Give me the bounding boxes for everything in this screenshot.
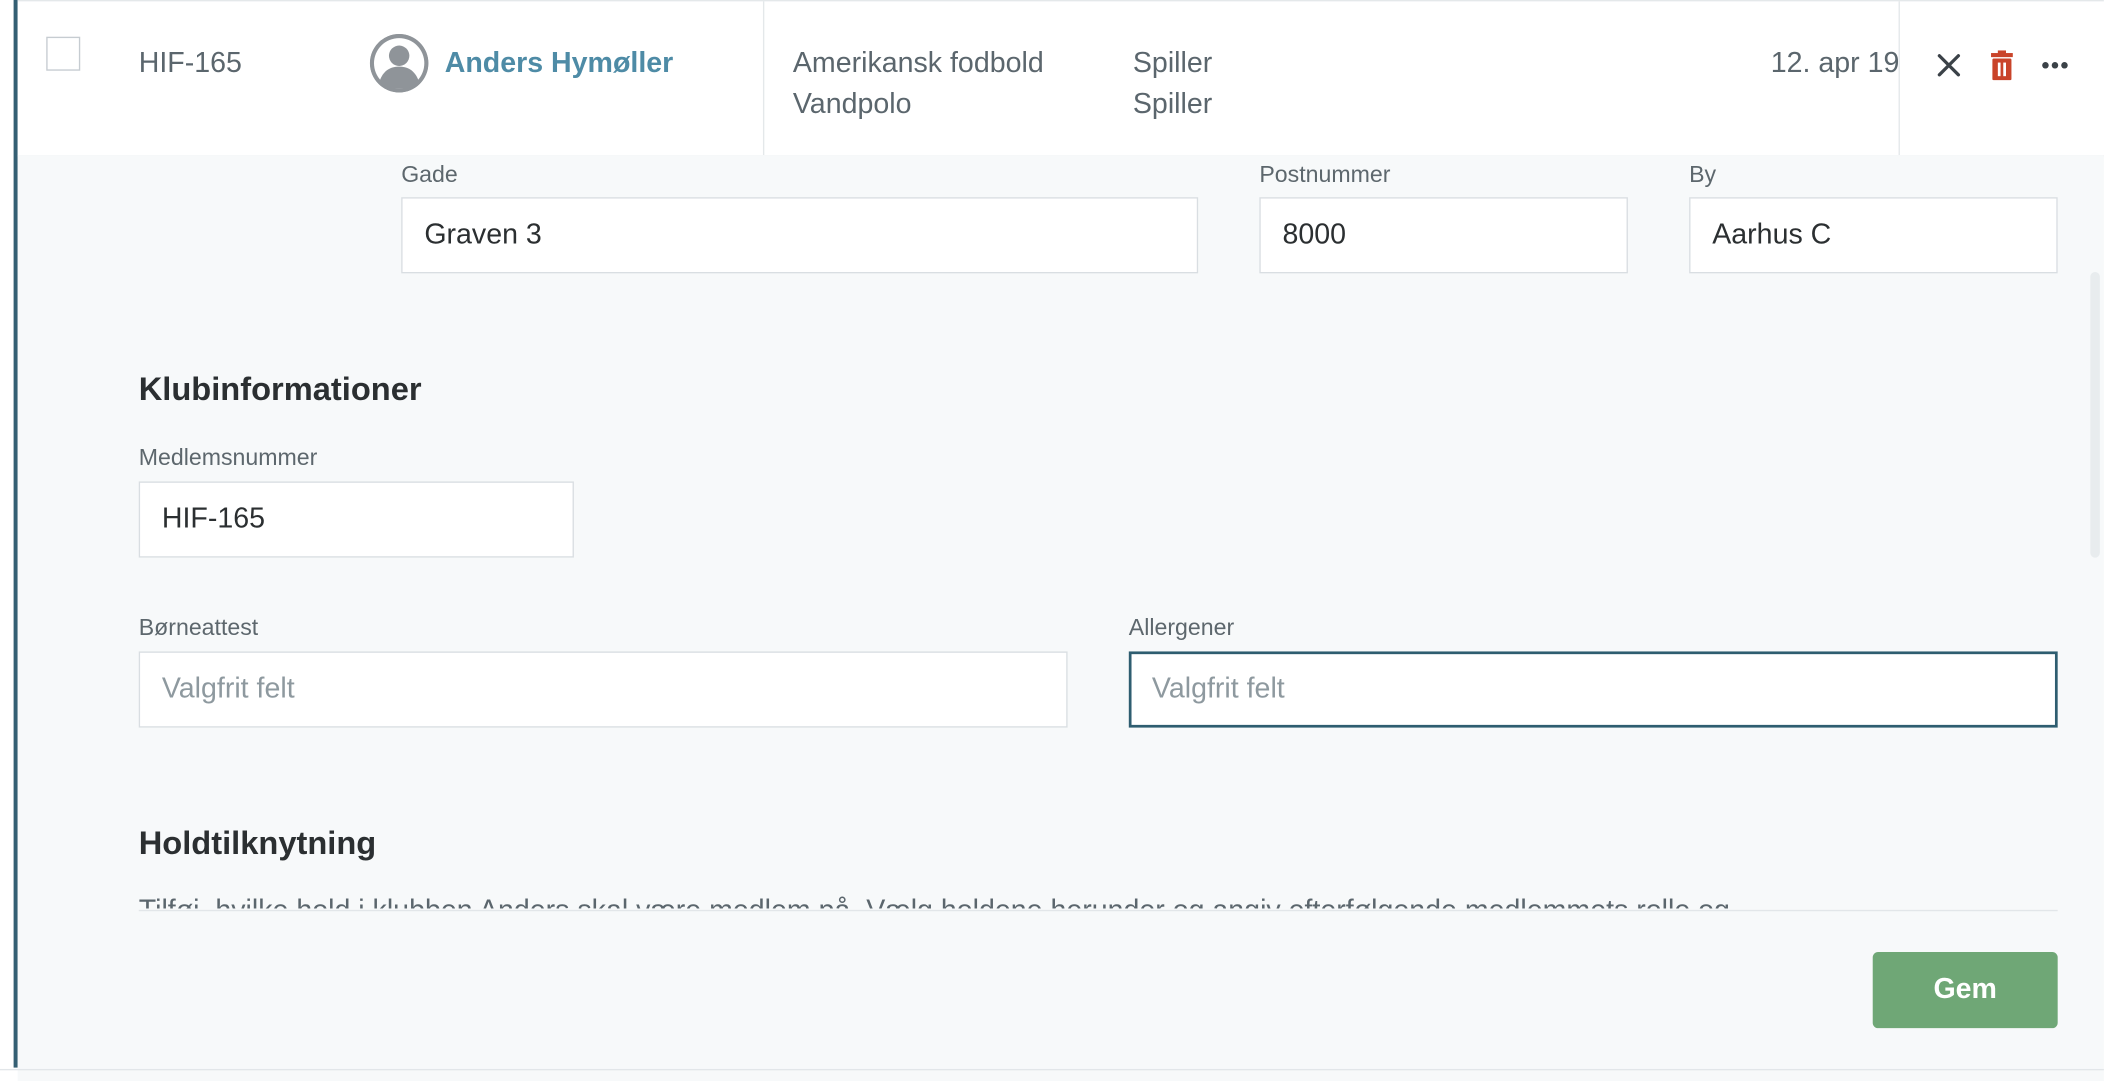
more-horizontal-icon[interactable] bbox=[2036, 48, 2074, 83]
row-checkbox[interactable] bbox=[46, 36, 81, 71]
member-number-label: Medlemsnummer bbox=[138, 444, 318, 471]
sports-list: Amerikansk fodbold Vandpolo bbox=[793, 44, 1044, 126]
postal-code-input[interactable]: 8000 bbox=[1259, 197, 1628, 274]
child-cert-label: Børneattest bbox=[138, 614, 259, 641]
postal-code-label: Postnummer bbox=[1259, 161, 1391, 188]
child-cert-input[interactable]: Valgfrit felt bbox=[138, 651, 1068, 728]
roles-list: Spiller Spiller bbox=[1133, 44, 1212, 126]
close-icon[interactable] bbox=[1931, 48, 1966, 83]
sport-item: Amerikansk fodbold bbox=[792, 47, 1044, 79]
form-divider bbox=[138, 909, 2058, 912]
club-info-title: Klubinformationer bbox=[138, 371, 422, 408]
registration-date: 12. apr 19 bbox=[1770, 47, 1900, 79]
column-divider bbox=[762, 1, 765, 156]
sport-item: Vandpolo bbox=[792, 88, 912, 120]
street-input[interactable]: Graven 3 bbox=[401, 197, 1199, 274]
column-divider bbox=[1898, 1, 1900, 156]
bottom-divider bbox=[0, 1068, 2104, 1071]
member-detail-panel: HIF-165 Anders Hymøller Amerikansk fodbo… bbox=[0, 0, 2104, 1081]
role-item: Spiller bbox=[1132, 88, 1213, 120]
member-name-link[interactable]: Anders Hymøller bbox=[445, 44, 674, 85]
allergies-label: Allergener bbox=[1128, 614, 1235, 641]
save-button[interactable]: Gem bbox=[1872, 952, 2058, 1029]
role-item: Spiller bbox=[1132, 47, 1213, 79]
city-input[interactable]: Aarhus C bbox=[1689, 197, 2058, 274]
street-label: Gade bbox=[401, 161, 458, 188]
member-id: HIF-165 bbox=[138, 47, 242, 79]
scrollbar-thumb[interactable] bbox=[2090, 272, 2100, 558]
member-number-input[interactable]: HIF-165 bbox=[138, 481, 574, 558]
allergies-input[interactable]: Valgfrit felt bbox=[1128, 651, 2058, 728]
city-label: By bbox=[1689, 161, 1717, 188]
user-avatar-icon bbox=[369, 34, 429, 93]
member-edit-form: Gade Graven 3 Postnummer 8000 By Aarhus … bbox=[17, 155, 2104, 1081]
team-assignment-description: Tilføj, hvilke hold i klubben Anders ska… bbox=[139, 891, 1730, 909]
team-assignment-description-clip: Tilføj, hvilke hold i klubben Anders ska… bbox=[139, 889, 2070, 909]
team-assignment-title: Holdtilknytning bbox=[138, 825, 377, 863]
member-row[interactable]: HIF-165 Anders Hymøller Amerikansk fodbo… bbox=[17, 0, 2104, 157]
trash-icon[interactable] bbox=[1984, 48, 2019, 83]
